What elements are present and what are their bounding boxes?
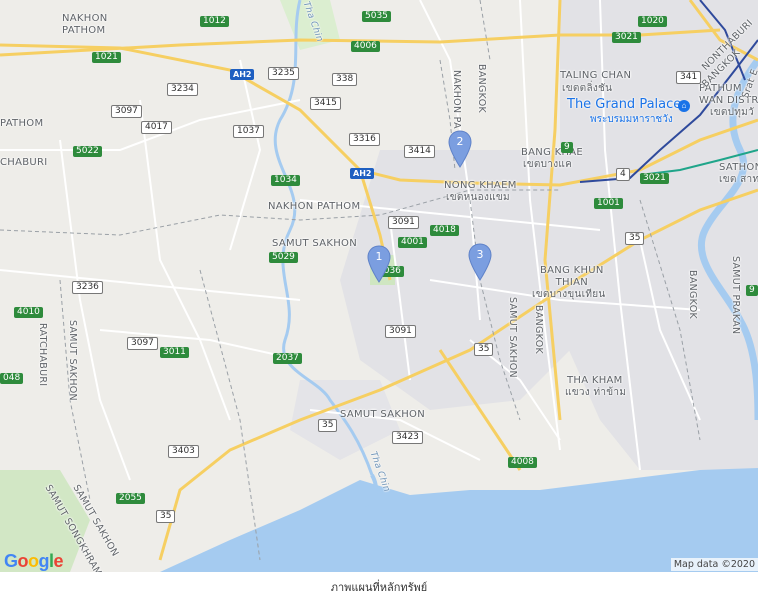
- place-label: NAKHON PATHOM: [62, 13, 108, 36]
- road-shield: 9: [561, 142, 573, 153]
- road-shield: 2037: [273, 353, 302, 364]
- map-marker-1[interactable]: 1: [367, 245, 391, 283]
- place-label: NAKHON PATHOM: [268, 201, 361, 212]
- road-shield: 3091: [388, 216, 419, 229]
- museum-icon[interactable]: ⌂: [678, 100, 690, 112]
- road-shield: 9: [746, 285, 758, 296]
- marker-label: 2: [456, 135, 464, 148]
- road-shield: 5022: [73, 146, 102, 157]
- place-label: CHABURI: [0, 157, 48, 168]
- map-marker-3[interactable]: 3: [468, 243, 492, 281]
- road-shield: 1020: [638, 16, 667, 27]
- place-label: เขตบางขุนเทียน: [532, 289, 606, 300]
- road-shield: 4001: [398, 237, 427, 248]
- marker-label: 1: [375, 250, 383, 263]
- place-label: เขต สาท: [719, 174, 758, 185]
- place-label: SAMUT SAKHON: [272, 238, 358, 249]
- road-shield: 3403: [168, 445, 199, 458]
- road-shield: 341: [676, 71, 702, 84]
- road-shield: AH2: [230, 69, 255, 80]
- road-shield: 1021: [92, 52, 121, 63]
- road-shield: 4008: [508, 457, 537, 468]
- place-label: BANG KHAE: [521, 147, 584, 158]
- road-shield: 35: [318, 419, 338, 432]
- road-shield: 35: [156, 510, 176, 523]
- place-label: เขตหนองแขม: [446, 192, 510, 203]
- road-shield: 3423: [392, 431, 423, 444]
- place-label: เขตบางแค: [523, 159, 573, 170]
- place-label: SAMUT SAKHON: [507, 297, 518, 378]
- place-label: SATHON: [719, 162, 758, 173]
- road-shield: 338: [332, 73, 358, 86]
- road-shield: 3091: [385, 325, 416, 338]
- road-shield: 3235: [268, 67, 299, 80]
- place-label: TALING CHAN: [560, 70, 632, 81]
- road-shield: 5029: [269, 252, 298, 263]
- road-shield: 1012: [200, 16, 229, 27]
- road-shield: 1034: [271, 175, 300, 186]
- map-canvas[interactable]: NAKHON PATHOM PATHOM CHABURI TALING CHAN…: [0, 0, 758, 572]
- road-shield: 1037: [233, 125, 264, 138]
- place-label: แขวง ท่าข้าม: [565, 387, 627, 398]
- map-marker-2[interactable]: 2: [448, 130, 472, 168]
- road-shield: 3011: [160, 347, 189, 358]
- place-label: SAMUT PRAKAN: [730, 256, 741, 335]
- road-shield: 4018: [430, 225, 459, 236]
- place-label: PATHOM: [0, 118, 44, 129]
- place-label: BANGKOK: [687, 270, 698, 320]
- place-label: NONG KHAEM: [444, 180, 517, 191]
- map-attribution[interactable]: Map data ©2020: [670, 558, 758, 571]
- road-shield: 1001: [594, 198, 623, 209]
- road-shield: 3097: [127, 337, 158, 350]
- road-shield: 35: [474, 343, 494, 356]
- road-shield: 3021: [640, 173, 669, 184]
- road-shield: 3316: [349, 133, 380, 146]
- road-shield: 4006: [351, 41, 380, 52]
- place-label: เขตปทุมวั: [710, 107, 754, 118]
- place-label: SAMUT SAKHON: [340, 409, 426, 420]
- road-shield: 4017: [141, 121, 172, 134]
- google-logo[interactable]: Google: [4, 551, 64, 572]
- place-label: BANGKOK: [533, 305, 544, 355]
- place-label: THA KHAM: [567, 375, 623, 386]
- place-label: NAKHON PA: [451, 70, 462, 129]
- road-shield: AH2: [350, 168, 375, 179]
- road-shield: 3097: [111, 105, 142, 118]
- road-shield: 35: [625, 232, 645, 245]
- landmark-grand-palace-th: พระบรมมหาราชวัง: [590, 114, 673, 125]
- map-caption: ภาพแผนที่หลักทรัพย์: [330, 581, 428, 594]
- road-shield: 5035: [362, 11, 391, 22]
- road-shield: 3414: [404, 145, 435, 158]
- road-shield: 048: [0, 373, 24, 384]
- road-shield: 4010: [14, 307, 43, 318]
- place-label: BANG KHUN THIAN: [540, 265, 604, 288]
- place-label: เขตตลิ่งชัน: [562, 83, 613, 94]
- road-shield: 3236: [72, 281, 103, 294]
- place-label: RATCHABURI: [37, 323, 48, 387]
- road-shield: 3021: [612, 32, 641, 43]
- landmark-grand-palace[interactable]: The Grand Palace: [567, 97, 681, 112]
- road-shield: 4: [616, 168, 630, 181]
- place-label: SAMUT SAKHON: [67, 320, 78, 401]
- place-label: BANGKOK: [476, 64, 487, 114]
- road-shield: 3415: [310, 97, 341, 110]
- marker-label: 3: [476, 248, 484, 261]
- road-shield: 2055: [116, 493, 145, 504]
- road-shield: 3234: [167, 83, 198, 96]
